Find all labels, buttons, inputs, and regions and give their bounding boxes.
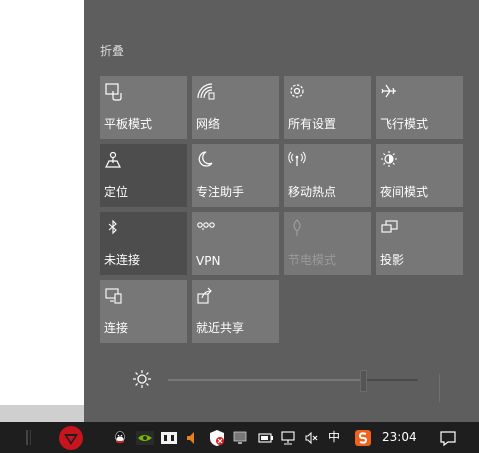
night-light-icon [381,151,397,167]
qq-tray-button[interactable] [110,422,130,453]
tile-airplane-mode[interactable]: 飞行模式 [376,76,463,139]
security-icon [210,429,224,446]
security-tray-button[interactable] [206,422,228,453]
tile-location[interactable]: 定位 [100,144,187,207]
ime-indicator[interactable]: 中 [328,422,340,453]
tile-label: 未连接 [104,253,141,267]
tile-focus-assist[interactable]: 专注助手 [192,144,279,207]
tile-bluetooth[interactable]: 未连接 [100,212,187,275]
battery-icon [258,432,273,443]
panel-edge-line [439,374,440,402]
display-tray-button[interactable] [230,422,250,453]
hotspot-icon [288,151,306,166]
brightness-icon [133,370,151,388]
taskbar-clock[interactable]: 23:04 [382,422,417,453]
tile-label: 专注助手 [196,185,245,199]
tile-vpn[interactable]: VPN [192,212,279,275]
tile-connect[interactable]: 连接 [100,280,187,343]
location-icon [105,151,121,168]
airplane-icon [381,84,396,98]
lenovo-app-button[interactable] [56,422,86,453]
tile-project[interactable]: 投影 [376,212,463,275]
desktop-window-edge [0,405,84,422]
network-tray-icon [281,430,295,445]
tile-network[interactable]: 网络 [192,76,279,139]
tile-all-settings[interactable]: 所有设置 [284,76,371,139]
brightness-fill [168,379,363,381]
display-icon [233,431,247,444]
tile-nearby-share[interactable]: 就近共享 [192,280,279,343]
tile-label: 夜间模式 [380,185,429,199]
tile-label: 网络 [196,117,221,131]
tile-label: 投影 [380,253,405,267]
media-tray-button[interactable] [158,422,180,453]
moon-icon [198,151,213,167]
tile-tablet-mode[interactable]: 平板模式 [100,76,187,139]
project-icon [381,220,398,233]
notification-button[interactable] [436,422,460,453]
bluetooth-icon [108,219,117,235]
tile-label: 定位 [104,185,129,199]
volume-tray-button[interactable] [182,422,202,453]
tile-label: 节电模式 [288,253,337,267]
action-center-panel: 折叠 平板模式 网络 所有设置 飞行模式 定位 专注助手 移动热点 夜间模式 未… [84,0,479,422]
tile-label: 平板模式 [104,117,153,131]
notification-icon [440,430,456,446]
battery-tray-button[interactable] [254,422,276,453]
lenovo-logo-icon [59,425,83,450]
network-tray-button[interactable] [278,422,300,453]
taskbar-divider [26,430,28,445]
qq-icon [115,430,125,443]
volume-icon [187,431,194,444]
connect-icon [105,288,122,304]
tile-label: 移动热点 [288,185,337,199]
tile-mobile-hotspot[interactable]: 移动热点 [284,144,371,207]
tile-label: 就近共享 [196,321,245,335]
desktop-window-area [0,0,84,405]
brightness-thumb[interactable] [360,370,367,392]
taskbar-divider [30,430,31,445]
tile-label: 飞行模式 [380,117,429,131]
brightness-row [84,360,479,402]
taskbar: 中 23:04 [0,422,479,453]
tile-night-light[interactable]: 夜间模式 [376,144,463,207]
battery-saver-icon [293,219,301,236]
collapse-link[interactable]: 折叠 [100,42,124,59]
settings-icon [290,84,304,98]
network-icon [197,83,215,100]
media-icon [161,431,177,444]
vpn-icon [197,222,215,230]
tile-battery-saver[interactable]: 节电模式 [284,212,371,275]
brightness-track[interactable] [168,379,418,381]
tile-label: 所有设置 [288,117,337,131]
sogou-tray-button[interactable] [352,422,374,453]
nvidia-icon [136,430,154,445]
mute-tray-button[interactable] [302,422,322,453]
mute-icon [305,431,318,444]
tile-label: 连接 [104,321,129,335]
sogou-icon [355,429,371,446]
tile-label: VPN [196,254,221,268]
tablet-mode-icon [105,83,122,101]
nvidia-tray-button[interactable] [134,422,156,453]
nearby-share-icon [197,287,212,304]
